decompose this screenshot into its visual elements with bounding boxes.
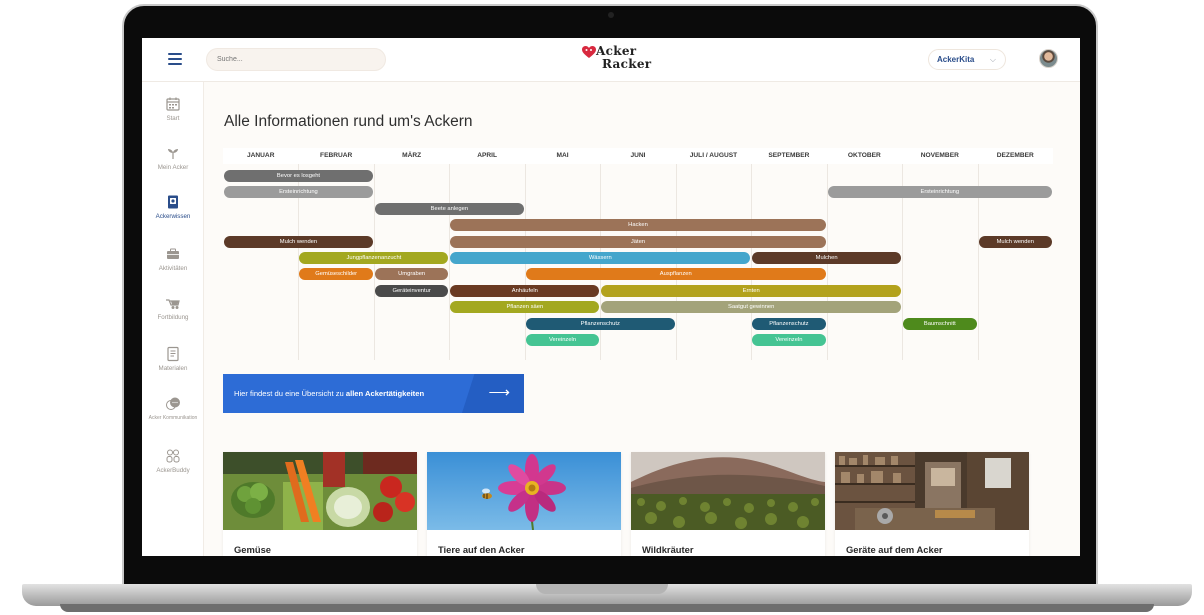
sidebar-item-label: Aktivitäten <box>158 265 188 272</box>
month-divider <box>449 164 451 360</box>
sidebar-item-ackerbuddy[interactable]: AckerBuddy <box>142 448 204 474</box>
top-bar: Acker Racker AckerKita ⌵ <box>142 38 1080 82</box>
month-label: NOVEMBER <box>920 152 959 159</box>
card-gemuese[interactable]: Gemüse <box>223 452 417 556</box>
activity-bar[interactable]: Ernten <box>601 284 902 297</box>
logo-line-1: Acker <box>596 44 637 58</box>
activity-bar[interactable]: Jäten <box>450 235 826 248</box>
bee-flower-photo <box>427 452 621 530</box>
sidebar-item-materialen[interactable]: Materialen <box>142 346 204 372</box>
card-tiere[interactable]: Tiere auf den Acker <box>427 452 621 556</box>
card-title: Geräte auf dem Acker <box>846 544 943 555</box>
activity-bar[interactable]: Baumschnitt <box>903 317 977 330</box>
sidebar-item-fortbildung[interactable]: Fortbildung <box>142 295 204 321</box>
sprout-icon <box>168 149 178 159</box>
activity-bar[interactable]: Vereinzeln <box>752 334 826 346</box>
document-icon <box>167 346 179 362</box>
month-label: JUNI <box>630 152 646 159</box>
month-label: SEPTEMBER <box>768 152 810 159</box>
sidebar-item-label: Start <box>166 115 180 122</box>
card-title: Wildkräuter <box>642 544 694 555</box>
activity-bar[interactable]: Pflanzenschutz <box>752 317 826 330</box>
chat-icon <box>166 397 180 410</box>
activity-bar[interactable]: Pflanzen säen <box>450 301 600 314</box>
activity-bar[interactable]: Hacken <box>450 219 826 232</box>
toolbox-icon <box>167 248 179 259</box>
account-select[interactable]: AckerKita ⌵ <box>928 49 1006 70</box>
activity-bar[interactable]: Mulch wenden <box>978 235 1052 248</box>
avatar[interactable] <box>1039 49 1058 68</box>
heart-logo-icon <box>582 46 596 58</box>
laptop-base-shadow <box>60 604 1154 612</box>
cta-text: Hier findest du eine Übersicht zu <box>234 389 346 398</box>
activity-bar[interactable]: Wässern <box>450 252 751 264</box>
webcam <box>608 12 614 18</box>
laptop-notch <box>536 584 668 594</box>
sidebar-item-label: Fortbildung <box>157 314 189 321</box>
tool-shed-photo <box>835 452 1029 530</box>
activity-bar[interactable]: Bevor es losgeht <box>224 170 373 182</box>
activity-bar[interactable]: Beete anlegen <box>374 202 524 215</box>
month-label: OKTOBER <box>847 152 881 159</box>
wheelbarrow-icon <box>166 299 180 309</box>
month-label: JULI / AUGUST <box>689 152 738 159</box>
activity-bar[interactable]: Vereinzeln <box>525 334 600 346</box>
month-label: JANUAR <box>246 152 275 159</box>
all-activities-link[interactable]: Hier findest du eine Übersicht zu allen … <box>223 374 524 413</box>
activity-bar[interactable]: Anhäufeln <box>450 284 600 297</box>
activity-bar[interactable]: Mulch wenden <box>224 235 373 248</box>
search-input[interactable] <box>206 48 386 71</box>
group-icon <box>166 449 180 463</box>
sidebar-item-kommunikation[interactable]: Acker Kommunikation <box>142 396 204 421</box>
account-name: AckerKita <box>937 55 975 64</box>
month-header: JANUAR FEBRUAR MÄRZ APRIL MAI JUNI JULI / AUGU… <box>223 148 1053 164</box>
activity-bar[interactable]: Jungpflanzenanzucht <box>299 252 449 264</box>
month-divider <box>751 164 753 360</box>
sidebar-item-mein-acker[interactable]: Mein Acker <box>142 145 204 171</box>
sidebar-item-aktivitaeten[interactable]: Aktivitäten <box>142 246 204 272</box>
activity-bar[interactable]: Saatgut gewinnen <box>601 301 902 314</box>
page-title: Alle Informationen rund um's Ackern <box>224 113 473 130</box>
sidebar: Start Mein Acker Ackerwissen Aktivitäten… <box>142 82 204 556</box>
activity-bar[interactable]: Ersteinrichtung <box>827 186 1052 199</box>
activity-bar[interactable]: Umgraben <box>374 268 449 281</box>
app-screen: Acker Racker AckerKita ⌵ Start Mein Acke… <box>142 38 1080 556</box>
activity-bar[interactable]: Ersteinrichtung <box>224 186 373 199</box>
menu-icon[interactable] <box>168 53 182 65</box>
field-photo <box>631 452 825 530</box>
logo-text: Acker Racker <box>596 45 651 71</box>
sidebar-item-label: Ackerwissen <box>155 213 191 220</box>
sidebar-item-label: AckerBuddy <box>156 467 190 474</box>
activity-bar[interactable]: Mulchen <box>752 252 902 264</box>
logo-line-2: Racker <box>602 57 652 71</box>
card-title: Tiere auf den Acker <box>438 544 525 555</box>
activity-bar[interactable]: Auspflanzen <box>525 268 826 281</box>
sidebar-item-start[interactable]: Start <box>142 96 204 122</box>
logo[interactable]: Acker Racker <box>580 42 651 76</box>
card-wildkraeuter[interactable]: Wildkräuter <box>631 452 825 556</box>
calendar-icon <box>166 97 180 111</box>
sidebar-item-ackerwissen[interactable]: Ackerwissen <box>142 194 204 220</box>
card-geraete[interactable]: Geräte auf dem Acker <box>835 452 1029 556</box>
arrow-right-icon: ⟶ <box>488 384 510 401</box>
month-label: FEBRUAR <box>320 152 353 159</box>
activity-bar[interactable]: Geräteinventur <box>374 284 449 297</box>
activity-bar[interactable]: Gemüseschilder <box>299 268 373 281</box>
month-label: APRIL <box>477 152 497 159</box>
month-label: MAI <box>556 152 569 159</box>
activity-calendar: JANUAR FEBRUAR MÄRZ APRIL MAI JUNI JULI / AUGU… <box>223 148 1053 363</box>
book-icon <box>168 195 178 209</box>
chevron-down-icon: ⌵ <box>989 55 996 64</box>
cta-bold-text: allen Ackertätigkeiten <box>345 389 425 398</box>
sidebar-item-label: Mein Acker <box>157 164 189 171</box>
card-title: Gemüse <box>234 544 271 555</box>
sidebar-item-label: Materialen <box>158 365 188 372</box>
month-label: DEZEMBER <box>996 152 1034 159</box>
month-label: MÄRZ <box>402 152 422 159</box>
activity-bar[interactable]: Pflanzenschutz <box>525 317 675 330</box>
sidebar-item-label: Acker Kommunikation <box>148 415 198 421</box>
vegetables-photo <box>223 452 417 530</box>
